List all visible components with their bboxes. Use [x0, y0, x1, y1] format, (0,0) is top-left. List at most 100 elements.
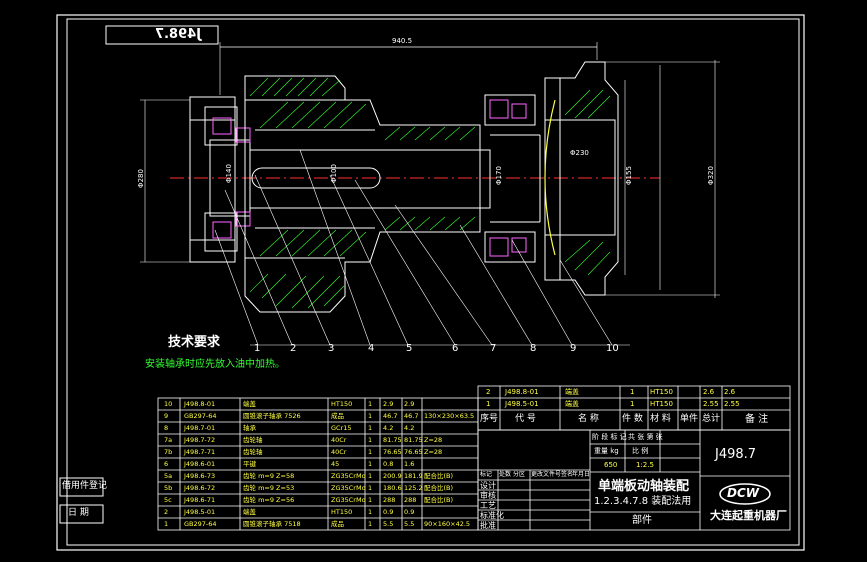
role-design: 设计: [480, 481, 496, 490]
side-label-top: 借用件登记: [62, 481, 108, 491]
parts-cell-total: 125.2: [404, 484, 423, 492]
right-dia-dim-c: Φ320: [706, 166, 715, 185]
parts-cell-no: 6: [164, 460, 169, 468]
parts-cell-qty: 1: [368, 448, 373, 456]
parts-cell-unit: 4.2: [383, 424, 394, 432]
role-approve: 批准: [480, 521, 496, 530]
parts-cell-qty: 1: [368, 520, 373, 528]
bom-row-1-no: 1: [486, 400, 491, 408]
parts-cell-unit: 0.9: [383, 508, 394, 516]
parts-cell-total: 0.9: [404, 508, 415, 516]
parts-cell-name: 齿轮 m=9 Z=58: [243, 472, 295, 480]
parts-cell-qty: 1: [368, 508, 373, 516]
parts-cell-no: 5b: [164, 484, 173, 492]
right-flange-hatch: [564, 89, 611, 276]
parts-cell-code: J498.7-01: [184, 424, 216, 432]
parts-cell-material: ZG35CrMo: [331, 496, 366, 504]
balloon-2: 2: [290, 343, 297, 354]
left-dia-dim: Φ280: [136, 169, 145, 188]
parts-cell-total: 5.5: [404, 520, 415, 528]
parts-cell-no: 2: [164, 508, 169, 516]
parts-cell-no: 5a: [164, 472, 173, 480]
parts-cell-material: 45: [331, 460, 340, 468]
parts-cell-remark: 配合比(B): [424, 484, 454, 492]
parts-cell-name: 端盖: [243, 400, 256, 408]
parts-cell-qty: 1: [368, 400, 373, 408]
parts-cell-total: 4.2: [404, 424, 415, 432]
parts-cell-code: J498.6-01: [184, 460, 216, 468]
role-review: 审核: [480, 491, 496, 500]
parts-cell-remark: Z=28: [424, 448, 443, 456]
parts-cell-unit: 288: [383, 496, 396, 504]
bom-row-2-material: HT150: [650, 388, 673, 396]
balloon-10: 10: [606, 343, 619, 354]
parts-cell-qty: 1: [368, 412, 373, 420]
parts-cell-unit: 76.65: [383, 448, 402, 456]
parts-cell-material: HT150: [331, 508, 353, 516]
bom-row-2-total: 2.6: [724, 388, 736, 396]
parts-cell-name: 轴承: [243, 424, 256, 432]
parts-cell-name: 平键: [243, 460, 256, 468]
parts-cell-remark: 130×230×63.5: [424, 412, 475, 420]
tech-heading: 技术要求: [168, 335, 221, 350]
bom-header-total: 总计: [702, 414, 721, 424]
parts-cell-no: 9: [164, 412, 169, 420]
parts-cell-qty: 1: [368, 424, 373, 432]
sig-col-count: 处数: [499, 471, 512, 478]
sheet-label: 共 张 第 张: [628, 433, 663, 441]
bom-row-2-qty: 1: [630, 388, 635, 396]
product-subtitle: 1.2.3.4.7.8 装配法用: [594, 496, 692, 507]
parts-cell-code: J498.8-01: [184, 400, 216, 408]
parts-cell-unit: 200.9: [383, 472, 402, 480]
weight-label: 重量 kg: [594, 447, 619, 455]
balloon-4: 4: [368, 343, 375, 354]
bom-row-2-unit: 2.6: [703, 388, 715, 396]
parts-cell-qty: 1: [368, 496, 373, 504]
part-label: 部件: [632, 515, 652, 526]
parts-cell-code: GB297-64: [184, 520, 217, 528]
cad-drawing-viewport[interactable]: J498.7 940.5 Φ280 Φ140 Φ100 Φ170 Φ230 Φ1…: [0, 0, 867, 562]
parts-cell-name: 齿轮 m=9 Z=56: [243, 496, 295, 504]
leader-lines: [214, 149, 630, 346]
parts-cell-material: GCr15: [331, 424, 352, 432]
bom-header-code: 代 号: [515, 414, 536, 424]
inner-frame: [66, 18, 800, 546]
parts-cell-material: 40Cr: [331, 436, 347, 444]
bom-row-2-no: 2: [486, 388, 491, 396]
bom-header-no: 序号: [480, 414, 499, 424]
parts-cell-unit: 46.7: [383, 412, 398, 420]
parts-cell-total: 1.6: [404, 460, 415, 468]
parts-cell-material: 成品: [331, 412, 344, 420]
parts-cell-remark: 90×160×42.5: [424, 520, 471, 528]
parts-cell-total: 46.7: [404, 412, 419, 420]
drawing-code-mirrored: J498.7: [155, 27, 201, 42]
parts-cell-unit: 0.8: [383, 460, 394, 468]
role-process: 工艺: [480, 501, 496, 510]
mid-dia-dim: Φ100: [329, 164, 338, 183]
parts-cell-no: 8: [164, 424, 169, 432]
parts-cell-total: 288: [404, 496, 417, 504]
right-dia-dim-b: Φ155: [624, 166, 633, 185]
bom-header-qty: 件 数: [622, 414, 643, 424]
parts-cell-name: 圆锥滚子轴承 7518: [243, 520, 301, 528]
parts-cell-material: 成品: [331, 520, 344, 528]
parts-cell-material: ZG35CrMo: [331, 472, 366, 480]
parts-cell-unit: 180.6: [383, 484, 402, 492]
gear-hatch: [249, 77, 476, 309]
parts-cell-remark: Z=28: [424, 436, 443, 444]
right-dia-dim-a: Φ170: [494, 166, 503, 185]
parts-cell-qty: 1: [368, 460, 373, 468]
bom-row-2-name: 端盖: [565, 388, 579, 396]
parts-cell-unit: 2.9: [383, 400, 394, 408]
bom-row-1-material: HT150: [650, 400, 673, 408]
bom-header-unit: 单件: [680, 414, 699, 424]
balloon-5: 5: [406, 343, 413, 354]
parts-cell-total: 181.9: [404, 472, 423, 480]
sig-col-zone: 分区: [513, 471, 526, 478]
parts-cell-material: HT150: [331, 400, 353, 408]
bom-row-1-name: 端盖: [565, 400, 579, 408]
parts-cell-name: 齿轮 m=9 Z=53: [243, 484, 295, 492]
product-name: 单端板动轴装配: [598, 479, 690, 494]
balloon-3: 3: [328, 343, 335, 354]
parts-cell-name: 圆锥滚子轴承 7526: [243, 412, 301, 420]
